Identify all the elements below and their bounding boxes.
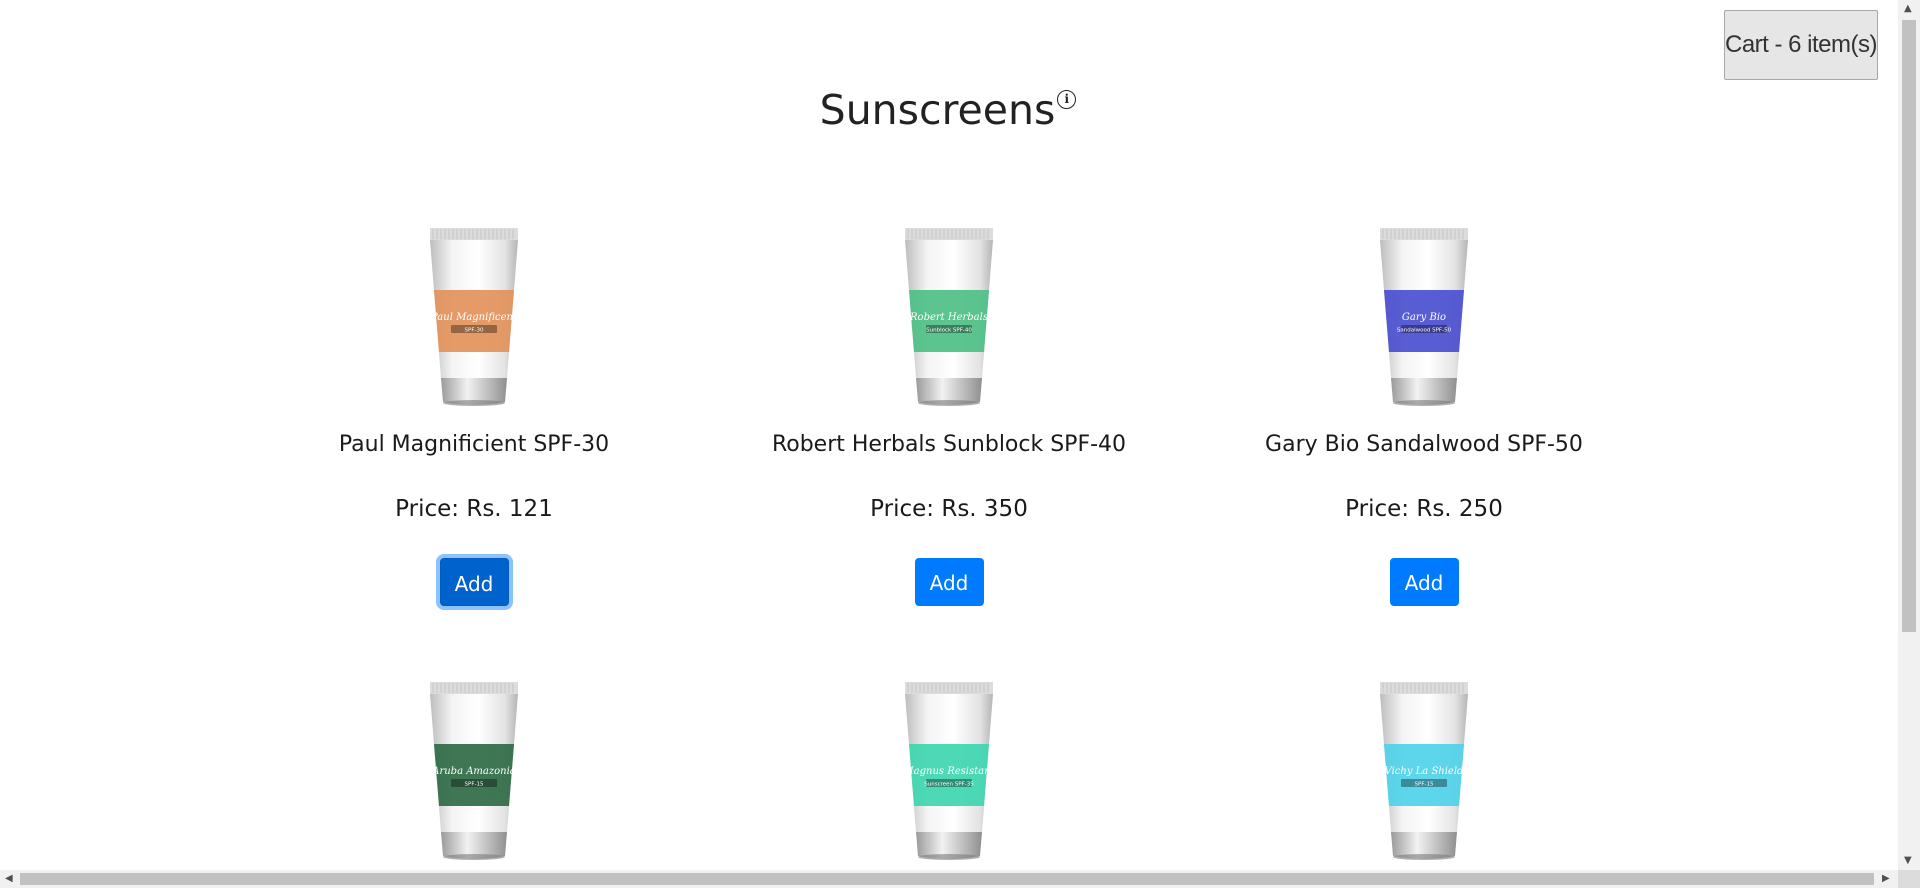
product-card: Paul Magnificent SPF-30 Paul Magnificient…	[234, 228, 714, 606]
tube-brand-text: Gary Bio	[1402, 312, 1446, 323]
info-icon[interactable]: i	[1057, 90, 1077, 110]
product-name: Paul Magnificient SPF-30	[338, 432, 610, 457]
product-price: Price: Rs. 250	[1345, 496, 1503, 522]
product-name: Gary Bio Sandalwood SPF-50	[1265, 432, 1583, 457]
vertical-scroll-thumb[interactable]	[1902, 20, 1916, 632]
tube-sub-text: Sunscreen SPF-35	[924, 782, 974, 788]
add-button[interactable]: Add	[439, 558, 509, 606]
page-title: Sunscreens i	[0, 86, 1896, 134]
cart-button[interactable]: Cart - 6 item(s)	[1724, 10, 1878, 80]
product-image: Aruba Amazonia SPF-15	[430, 682, 518, 860]
horizontal-scrollbar[interactable]: ◀ ▶	[0, 870, 1898, 888]
page-title-text: Sunscreens	[819, 86, 1056, 134]
horizontal-scroll-thumb[interactable]	[20, 873, 1874, 885]
product-card: Vichy La Shield SPF-15	[1184, 682, 1664, 860]
tube-brand-text: Robert Herbals	[909, 312, 988, 323]
scroll-up-arrow-icon[interactable]: ▲	[1904, 4, 1912, 14]
product-image: Magnus Resistant Sunscreen SPF-35	[904, 682, 994, 860]
product-image: Paul Magnificent SPF-30	[430, 228, 518, 406]
tube-sub-text: Sandalwood SPF-50	[1397, 328, 1452, 334]
tube-sub-text: Sunblock SPF-40	[926, 328, 972, 334]
tube-brand-text: Magnus Resistant	[904, 766, 994, 777]
tube-sub-text: SPF-15	[1415, 782, 1434, 788]
product-price: Price: Rs. 121	[395, 496, 553, 522]
tube-brand-text: Vichy La Shield	[1385, 766, 1464, 777]
product-price: Price: Rs. 350	[870, 496, 1028, 522]
add-button[interactable]: Add	[914, 558, 984, 606]
scroll-right-arrow-icon[interactable]: ▶	[1882, 874, 1890, 884]
product-card: Robert Herbals Sunblock SPF-40 Robert Her…	[709, 228, 1189, 606]
scroll-down-arrow-icon[interactable]: ▼	[1904, 856, 1912, 866]
product-name: Robert Herbals Sunblock SPF-40	[771, 432, 1127, 457]
product-card: Gary Bio Sandalwood SPF-50 Gary Bio Sanda…	[1184, 228, 1664, 606]
tube-brand-text: Aruba Amazonia	[431, 766, 516, 777]
product-image: Gary Bio Sandalwood SPF-50	[1380, 228, 1468, 406]
vertical-scrollbar[interactable]: ▲ ▼	[1898, 0, 1920, 870]
tube-sub-text: SPF-30	[465, 328, 484, 334]
scroll-left-arrow-icon[interactable]: ◀	[5, 874, 13, 884]
add-button[interactable]: Add	[1389, 558, 1459, 606]
product-card: Magnus Resistant Sunscreen SPF-35	[709, 682, 1189, 860]
product-image: Robert Herbals Sunblock SPF-40	[905, 228, 993, 406]
scrollbar-corner	[1898, 870, 1920, 888]
tube-sub-text: SPF-15	[465, 782, 484, 788]
product-image: Vichy La Shield SPF-15	[1380, 682, 1468, 860]
tube-brand-text: Paul Magnificent	[430, 312, 518, 323]
product-card: Aruba Amazonia SPF-15	[234, 682, 714, 860]
